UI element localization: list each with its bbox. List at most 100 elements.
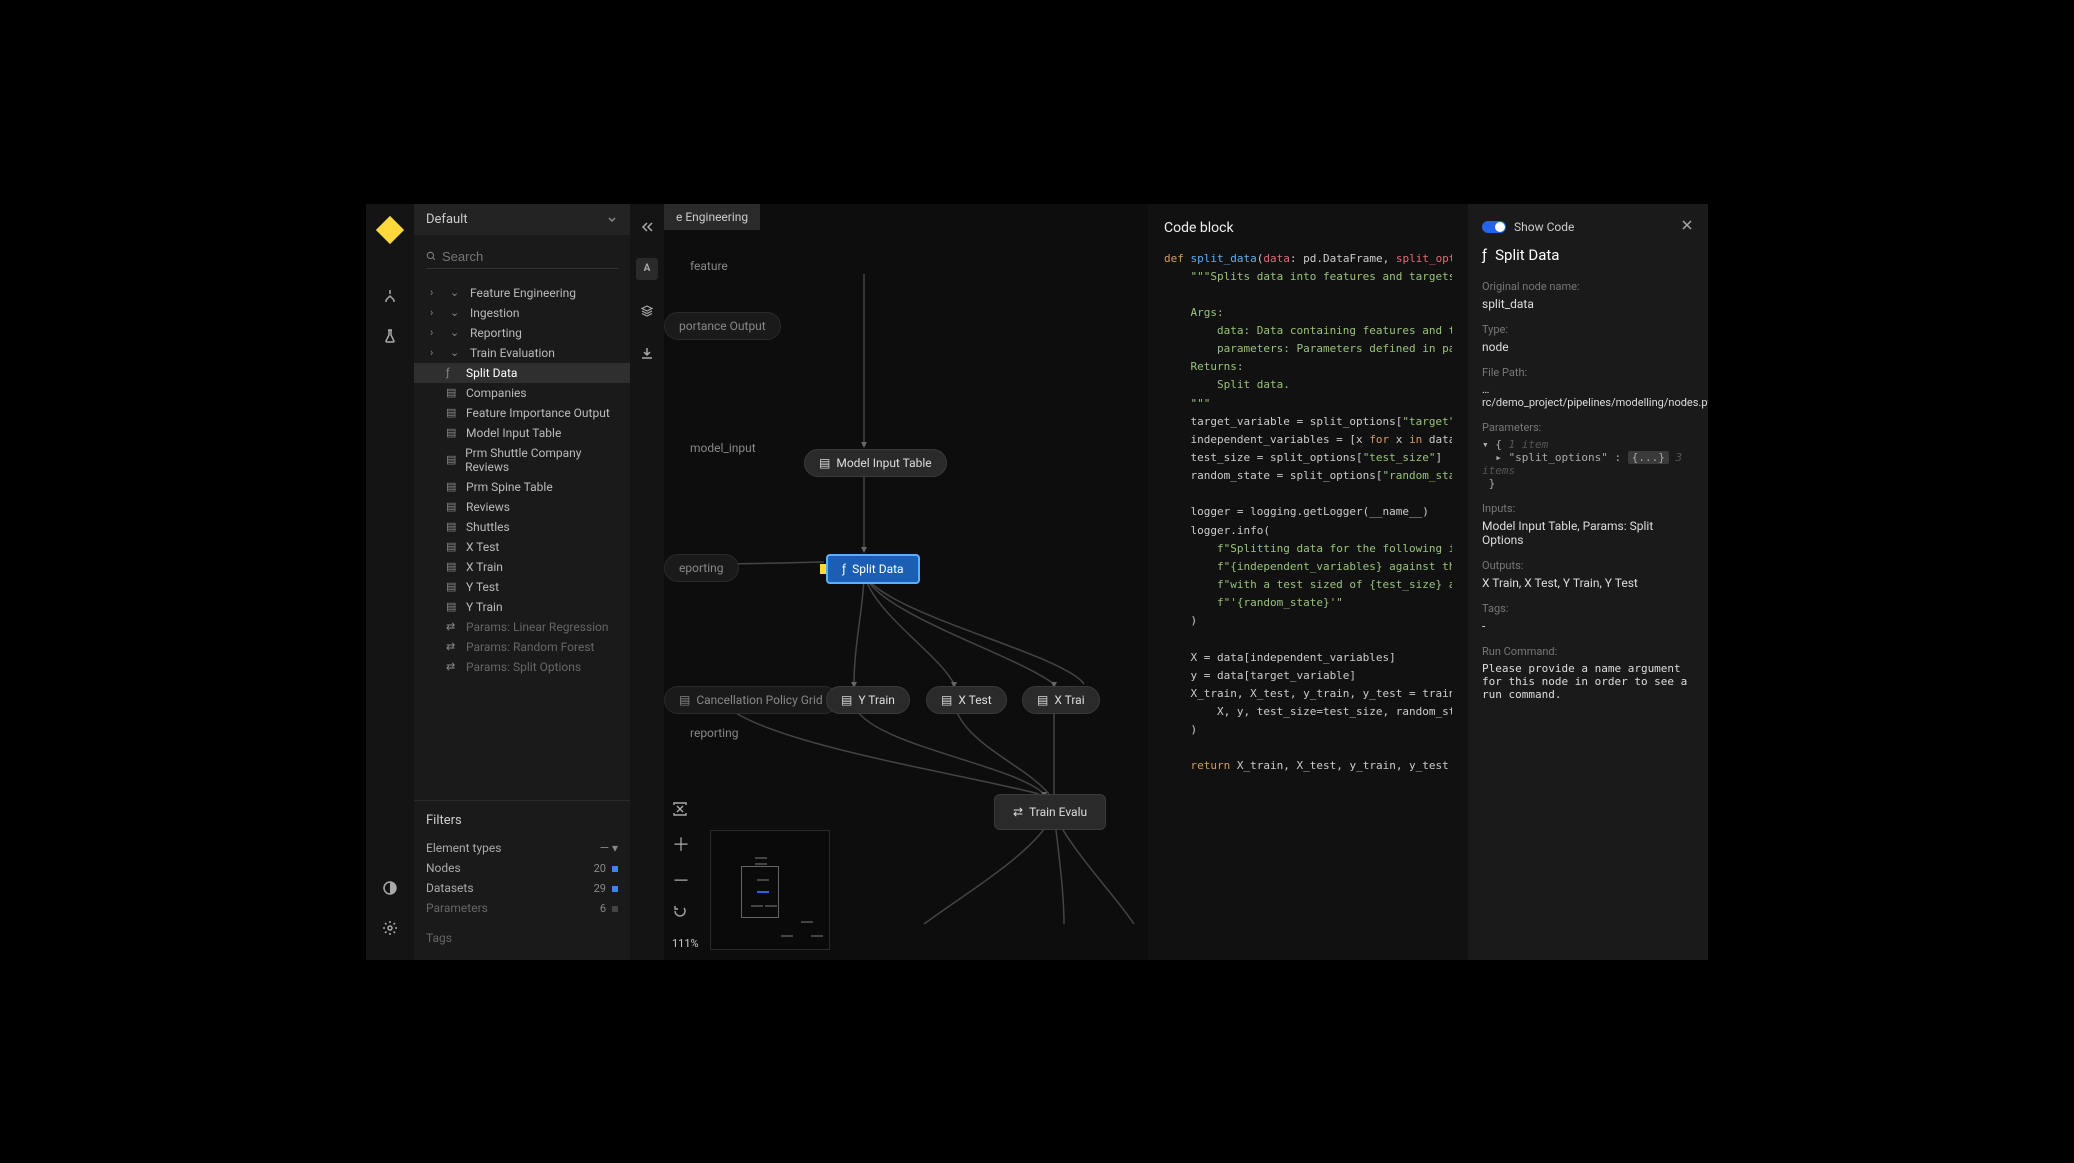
dataset-icon: ▤ — [941, 693, 952, 707]
details-title-text: Split Data — [1495, 246, 1559, 264]
tree-item[interactable]: ⇄Params: Linear Regression — [414, 617, 630, 637]
tree-group[interactable]: ›⌄Train Evaluation — [414, 343, 630, 363]
tree-item[interactable]: ▤Model Input Table — [414, 423, 630, 443]
filter-count: 6 — [600, 902, 606, 915]
meta-value: split_data — [1482, 297, 1694, 311]
tree-item[interactable]: ▤X Train — [414, 557, 630, 577]
dataset-icon: ▤ — [446, 406, 460, 419]
close-button[interactable] — [1680, 218, 1694, 236]
toggle-on-icon — [1482, 221, 1506, 233]
pipeline-name: Default — [426, 212, 468, 227]
tree-label: Split Data — [466, 366, 517, 380]
tree-item[interactable]: ▤Y Test — [414, 577, 630, 597]
dataset-icon: ▤ — [446, 500, 460, 513]
tree-item[interactable]: ▤X Test — [414, 537, 630, 557]
filter-row[interactable]: Nodes 20 — [426, 858, 618, 878]
show-code-toggle[interactable]: Show Code — [1482, 220, 1574, 234]
filter-count: 20 — [594, 862, 606, 875]
tree-item[interactable]: ▤Companies — [414, 383, 630, 403]
nav-rail — [366, 204, 414, 960]
graph-node[interactable]: ▤ Cancellation Policy Grid — [664, 686, 838, 714]
tree-item[interactable]: ▤Reviews — [414, 497, 630, 517]
dataset-icon: ▤ — [446, 540, 460, 553]
tree-item[interactable]: ▤Shuttles — [414, 517, 630, 537]
node-label: X Test — [958, 693, 991, 707]
filter-element-types[interactable]: Element types — ▾ — [426, 838, 618, 858]
dataset-icon: ▤ — [1037, 693, 1048, 707]
meta-label: Inputs: — [1482, 502, 1694, 515]
params-count: 1 item — [1509, 438, 1549, 451]
tree-item[interactable]: ▤Prm Spine Table — [414, 477, 630, 497]
tree-item[interactable]: ⇄Params: Random Forest — [414, 637, 630, 657]
details-panel: Show Code ƒ Split Data Original node nam… — [1468, 204, 1708, 960]
node-label: portance Output — [679, 319, 766, 333]
graph-node-y-train[interactable]: ▤ Y Train — [826, 686, 910, 714]
dataset-icon: ▤ — [446, 480, 460, 493]
pipeline-selector[interactable]: Default — [414, 204, 630, 235]
group-label: reporting — [690, 726, 738, 740]
dataset-icon: ▤ — [679, 693, 690, 707]
filter-row[interactable]: Parameters 6 — [426, 898, 618, 918]
logo-icon — [376, 215, 404, 243]
tree-group[interactable]: ›⌄Feature Engineering — [414, 283, 630, 303]
graph-node-model-input-table[interactable]: ▤Model Input Table — [804, 449, 947, 477]
zoom-out-button[interactable]: － — [672, 867, 699, 893]
tree-label: Y Train — [466, 600, 503, 614]
download-icon[interactable] — [636, 342, 658, 364]
tree-item[interactable]: ▤ Feature Importance Output — [414, 403, 630, 423]
search-input[interactable] — [442, 249, 618, 264]
node-label: Y Train — [858, 693, 895, 707]
tree-item[interactable]: ⇄Params: Split Options — [414, 657, 630, 677]
flowchart-icon[interactable] — [374, 280, 406, 312]
meta-value: node — [1482, 340, 1694, 354]
dataset-icon: ▤ — [841, 693, 852, 707]
experiment-icon[interactable] — [374, 320, 406, 352]
tree-label: Ingestion — [470, 306, 520, 320]
tree-item[interactable]: ▤ Y Train — [414, 597, 630, 617]
filters-title: Filters — [426, 813, 618, 828]
node-label: Cancellation Policy Grid — [696, 693, 822, 707]
graph-node-x-train[interactable]: ▤X Trai — [1022, 686, 1100, 714]
function-icon: ƒ — [446, 366, 460, 379]
tree-item-split-data[interactable]: ƒ Split Data — [414, 363, 630, 383]
theme-icon[interactable] — [374, 872, 406, 904]
tree-group[interactable]: ›⌄Ingestion — [414, 303, 630, 323]
meta-value: Please provide a name argument for this … — [1482, 662, 1694, 701]
filters-section: Filters Element types — ▾ Nodes 20 Datas… — [414, 800, 630, 960]
fit-view-button[interactable] — [672, 801, 699, 821]
tree-item[interactable]: ▤Prm Shuttle Company Reviews — [414, 443, 630, 477]
filter-tags[interactable]: Tags — [426, 928, 618, 948]
tree-group[interactable]: ›⌄Reporting — [414, 323, 630, 343]
minimap[interactable] — [710, 830, 830, 950]
text-label-icon[interactable]: A — [636, 258, 658, 280]
filter-count: 29 — [594, 882, 606, 895]
tree-label: Prm Shuttle Company Reviews — [465, 446, 618, 474]
graph-node-x-test[interactable]: ▤ X Test — [926, 686, 1007, 714]
params-key: "split_options" — [1509, 451, 1608, 464]
tree-label: Companies — [466, 386, 527, 400]
meta-label: Parameters: — [1482, 421, 1694, 434]
filter-row[interactable]: Datasets 29 — [426, 878, 618, 898]
zoom-in-button[interactable]: ＋ — [672, 831, 699, 857]
meta-value: Model Input Table, Params: Split Options — [1482, 519, 1694, 547]
graph-node-train-evaluation[interactable]: ⇄Train Evalu — [994, 794, 1106, 830]
filter-label: Element types — [426, 841, 501, 855]
dataset-icon: ▤ — [446, 600, 460, 613]
tree-label: Model Input Table — [466, 426, 561, 440]
graph-node-split-data[interactable]: ƒSplit Data — [826, 554, 920, 584]
params-tree[interactable]: ▾ { 1 item ▸ "split_options" : {...} 3 i… — [1482, 438, 1694, 490]
graph-node[interactable]: eporting — [664, 554, 739, 582]
tree-label: X Train — [466, 560, 503, 574]
checkbox-on-icon — [612, 866, 618, 872]
meta-value: X Train, X Test, Y Train, Y Test — [1482, 576, 1694, 590]
layers-icon[interactable] — [636, 300, 658, 322]
filter-label: Parameters — [426, 901, 488, 915]
settings-icon[interactable] — [374, 912, 406, 944]
graph-node[interactable]: portance Output — [664, 312, 781, 340]
collapse-sidebar-button[interactable] — [636, 216, 658, 238]
reset-button[interactable] — [672, 903, 699, 923]
meta-value: …rc/demo_project/pipelines/modelling/nod… — [1482, 383, 1694, 409]
graph-canvas[interactable]: e Engineering feature portance Output mo — [664, 204, 1148, 960]
tree-label: Feature Importance Output — [466, 406, 610, 420]
search-box[interactable] — [426, 245, 618, 269]
